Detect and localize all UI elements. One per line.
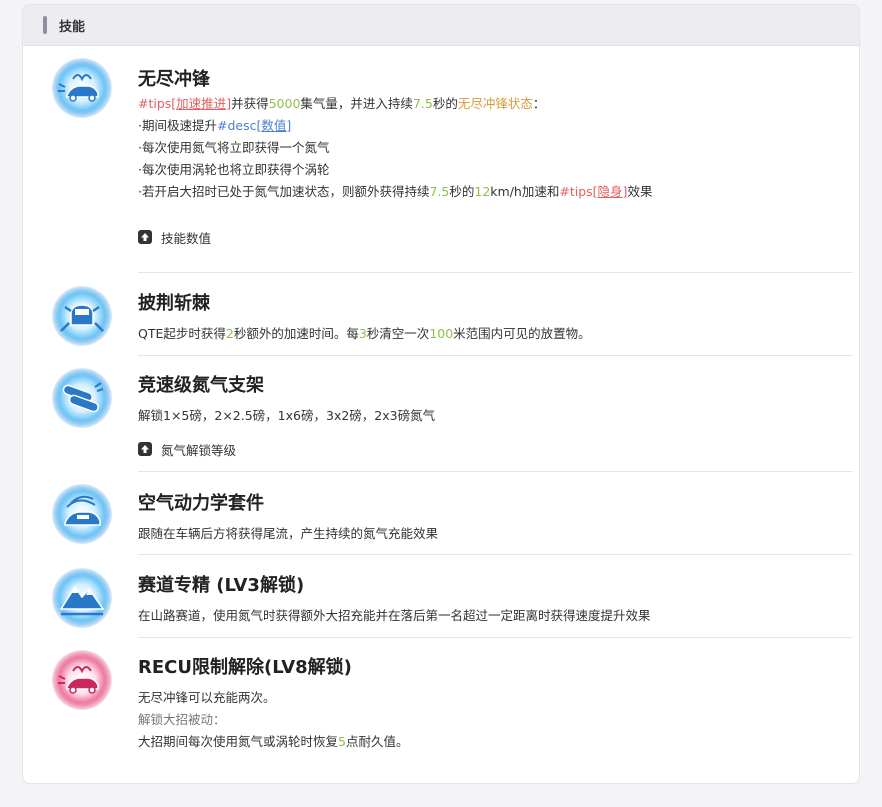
skill-name: 赛道专精 (LV3解锁) [138,575,305,596]
tip-link-stealth[interactable]: 隐身 [598,184,623,199]
skill-desc-line: ·每次使用氮气将立即获得一个氮气 [138,140,330,155]
car-wings-icon [52,58,112,118]
skill-desc-line: ·若开启大招时已处于氮气加速状态，则额外获得持续7.5秒的12km/h加速和#t… [138,184,653,199]
skill-name: 无尽冲锋 [138,69,210,90]
header-accent-bar [43,16,47,34]
skill-desc-line: 跟随在车辆后方将获得尾流，产生持续的氮气充能效果 [138,526,439,541]
skill-name: 空气动力学套件 [138,493,264,514]
expand-up-icon [138,230,152,244]
skill-desc-line: QTE起步时获得2秒额外的加速时间。每3秒清空一次100米范围内可见的放置物。 [138,326,591,341]
skill-desc-line: 解锁1×5磅，2×2.5磅，1x6磅，3x2磅，2x3磅氮气 [138,408,436,423]
expand-up-icon [138,442,152,456]
skill-name: RECU限制解除(LV8解锁) [138,657,352,678]
divider [138,554,853,555]
mountain-icon [52,568,112,628]
skill-desc-line: ·每次使用涡轮也将立即获得个涡轮 [138,162,330,177]
skill-name: 披荆斩棘 [138,293,210,314]
skills-panel: 技能 无尽冲锋 #tips[加速推进]并获得5000集气量，并进入持续7.5秒的… [22,4,860,784]
divider [138,272,853,273]
skill-name: 竞速级氮气支架 [138,375,264,396]
car-wings-red-icon [52,650,112,710]
car-burst-icon [52,286,112,346]
desc-link-value[interactable]: 数值 [261,118,286,133]
skill-desc-line: 解锁大招被动： [138,712,226,727]
panel-title: 技能 [59,19,86,35]
skill-desc-line: ·期间极速提升#desc[数值] [138,118,292,133]
skill-desc-line: #tips[加速推进]并获得5000集气量，并进入持续7.5秒的无尽冲锋状态： [138,96,546,111]
toggle-label: 氮气解锁等级 [161,442,237,458]
nitro-tanks-icon [52,368,112,428]
divider [138,355,853,356]
skill-desc-line: 大招期间每次使用氮气或涡轮时恢复5点耐久值。 [138,734,409,749]
toggle-label: 技能数值 [161,230,212,246]
skill-desc-line: 在山路赛道，使用氮气时获得额外大招充能并在落后第一名超过一定距离时获得速度提升效… [138,608,651,623]
skill-values-toggle[interactable]: 技能数值 [138,227,853,247]
nitro-unlock-toggle[interactable]: 氮气解锁等级 [138,439,853,459]
divider [138,471,853,472]
divider [138,637,853,638]
car-airflow-icon [52,484,112,544]
panel-header: 技能 [23,5,859,46]
tip-link-accelerate[interactable]: 加速推进 [176,96,226,111]
skill-desc-line: 无尽冲锋可以充能两次。 [138,690,276,705]
